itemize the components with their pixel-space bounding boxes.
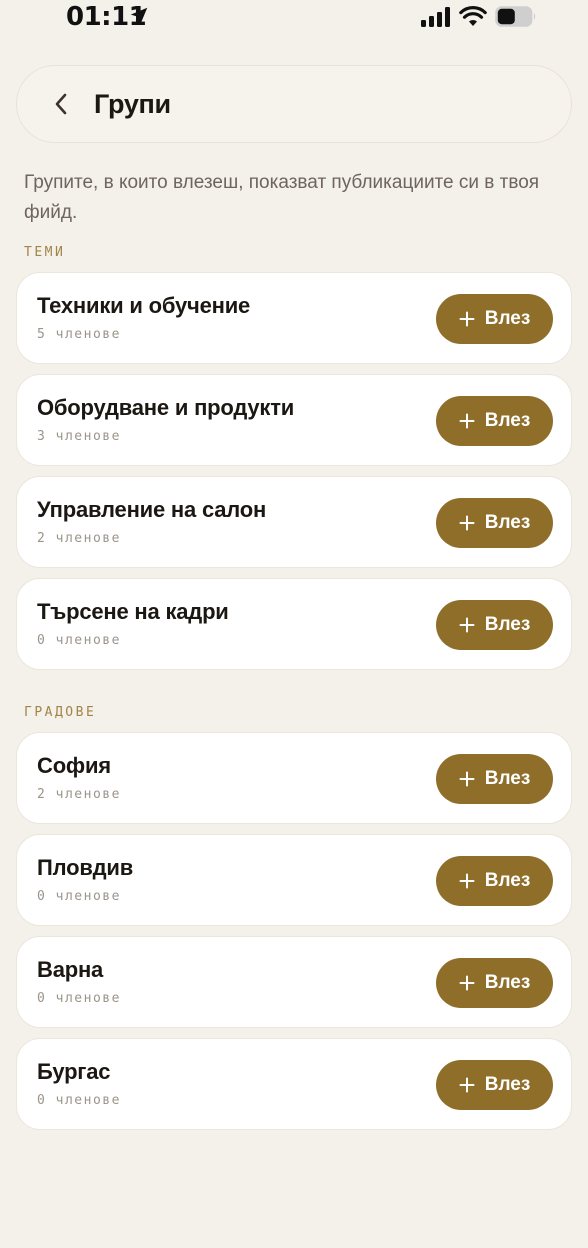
join-button-label: Влез <box>484 870 531 891</box>
wifi-icon <box>459 6 487 26</box>
join-button[interactable]: Влез <box>436 958 553 1008</box>
plus-icon <box>459 1077 475 1093</box>
group-member-count: 0 членове <box>37 991 121 1006</box>
group-member-count: 0 членове <box>37 889 121 904</box>
group-card: Техники и обучение 5 членове Влез <box>16 272 572 364</box>
group-card: Управление на салон 2 членове Влез <box>16 476 572 568</box>
group-name: Пловдив <box>37 855 134 880</box>
join-button[interactable]: Влез <box>436 600 553 650</box>
join-button[interactable]: Влез <box>436 754 553 804</box>
status-bar: 01:11 <box>0 0 588 34</box>
section-label-cities: ГРАДОВЕ <box>24 705 97 720</box>
join-button-label: Влез <box>484 768 531 789</box>
join-button-label: Влез <box>484 972 531 993</box>
group-card: Пловдив 0 членове Влез <box>16 834 572 926</box>
page-title: Групи <box>94 89 171 119</box>
join-button-label: Влез <box>484 410 531 431</box>
group-name: Бургас <box>37 1059 111 1084</box>
group-member-count: 2 членове <box>37 531 121 546</box>
plus-icon <box>459 975 475 991</box>
group-card: Търсене на кадри 0 членове Влез <box>16 578 572 670</box>
group-card: Оборудване и продукти 3 членове Влез <box>16 374 572 466</box>
group-name: Търсене на кадри <box>37 599 229 624</box>
group-card: София 2 членове Влез <box>16 732 572 824</box>
join-button-label: Влез <box>484 1074 531 1095</box>
group-name: Управление на салон <box>37 497 267 522</box>
group-name: Варна <box>37 957 104 982</box>
plus-icon <box>459 617 475 633</box>
group-name: Оборудване и продукти <box>37 395 295 420</box>
group-member-count: 0 членове <box>37 633 121 648</box>
join-button-label: Влез <box>484 614 531 635</box>
group-name: София <box>37 753 111 778</box>
plus-icon <box>459 413 475 429</box>
group-card: Бургас 0 членове Влез <box>16 1038 572 1130</box>
header-bar: Групи <box>16 65 572 143</box>
join-button[interactable]: Влез <box>436 1060 553 1110</box>
battery-icon <box>495 6 536 27</box>
plus-icon <box>459 873 475 889</box>
group-member-count: 0 членове <box>37 1093 121 1108</box>
plus-icon <box>459 515 475 531</box>
plus-icon <box>459 771 475 787</box>
back-button[interactable] <box>45 88 77 120</box>
intro-text: Групите, в които влезеш, показват публик… <box>24 172 540 223</box>
join-button-label: Влез <box>484 308 531 329</box>
join-button-label: Влез <box>484 512 531 533</box>
cellular-signal-icon <box>421 7 450 27</box>
plus-icon <box>459 311 475 327</box>
location-arrow-icon <box>130 7 148 25</box>
group-name: Техники и обучение <box>37 293 251 318</box>
join-button[interactable]: Влез <box>436 498 553 548</box>
group-member-count: 5 членове <box>37 327 121 342</box>
section-label-topics: ТЕМИ <box>24 245 66 260</box>
chevron-left-icon <box>55 93 67 115</box>
group-member-count: 3 членове <box>37 429 121 444</box>
group-member-count: 2 членове <box>37 787 121 802</box>
join-button[interactable]: Влез <box>436 396 553 446</box>
join-button[interactable]: Влез <box>436 294 553 344</box>
join-button[interactable]: Влез <box>436 856 553 906</box>
group-card: Варна 0 членове Влез <box>16 936 572 1028</box>
